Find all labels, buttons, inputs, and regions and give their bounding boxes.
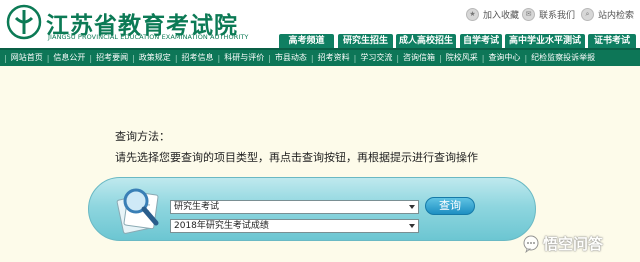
star-icon: ★ [466, 7, 479, 21]
nav-item-policy[interactable]: 政策规定 [135, 51, 175, 65]
site-search-link[interactable]: ⌕ 站内检索 [581, 7, 634, 21]
query-item-value: 2018年研究生考试成绩 [174, 221, 269, 231]
instructions-title: 查询方法： [115, 130, 170, 143]
search-icon: ⌕ [581, 7, 594, 21]
exam-type-value: 研究生考试 [174, 202, 220, 212]
tab-certificate[interactable]: 证书考试 [588, 34, 636, 48]
nav-item-city-news[interactable]: 市县动态 [271, 51, 311, 65]
watermark: 悟空问答 [522, 233, 603, 254]
nav-item-query-center[interactable]: 查询中心 [484, 51, 524, 65]
watermark-text: 悟空问答 [543, 235, 604, 253]
chevron-down-icon [409, 224, 415, 228]
nav-item-exchange[interactable]: 学习交流 [356, 51, 396, 65]
site-subtitle: JIANGSU PROVINCIAL EDUCATION EXAMINATION… [48, 33, 249, 41]
logo-icon [6, 4, 42, 40]
add-favorite-label: 加入收藏 [483, 10, 520, 21]
main-nav: | 网站首页 | 信息公开 | 招考要闻 | 政策规定 | 招考信息 | 科研与… [0, 48, 640, 66]
site-search-label: 站内检索 [598, 10, 635, 21]
contact-icon: ✉ [522, 7, 535, 21]
nav-item-research[interactable]: 科研与评价 [220, 51, 268, 65]
nav-item-home[interactable]: 网站首页 [7, 51, 47, 65]
tab-graduate[interactable]: 研究生招生 [338, 34, 393, 48]
chat-bubble-icon [523, 235, 539, 253]
tab-self-study[interactable]: 自学考试 [460, 34, 502, 48]
query-item-select[interactable]: 2018年研究生考试成绩 [170, 219, 419, 233]
nav-item-disclosure[interactable]: 信息公开 [49, 51, 89, 65]
chevron-down-icon [409, 205, 415, 209]
nav-item-news[interactable]: 招考要闻 [92, 51, 132, 65]
tab-academic-test[interactable]: 高中学业水平测试 [505, 34, 585, 48]
nav-item-mailbox[interactable]: 咨询信箱 [399, 51, 439, 65]
nav-item-exam-info[interactable]: 招考信息 [178, 51, 218, 65]
nav-item-colleges[interactable]: 院校风采 [442, 51, 482, 65]
nav-item-complaints[interactable]: 纪检监察投诉举报 [527, 51, 599, 65]
query-button[interactable]: 查询 [425, 197, 475, 215]
instructions-body: 请先选择您要查询的项目类型，再点击查询按钮，再根据提示进行查询操作 [115, 151, 478, 164]
contact-us-link[interactable]: ✉ 联系我们 [522, 7, 575, 21]
exam-type-select[interactable]: 研究生考试 [170, 200, 419, 214]
nav-item-materials[interactable]: 招考资料 [314, 51, 354, 65]
add-favorite-link[interactable]: ★ 加入收藏 [466, 7, 519, 21]
contact-us-label: 联系我们 [539, 10, 576, 21]
tab-adult[interactable]: 成人高校招生 [396, 34, 456, 48]
tab-gaokao[interactable]: 高考频道 [279, 34, 334, 48]
magnifier-icon [116, 188, 159, 234]
